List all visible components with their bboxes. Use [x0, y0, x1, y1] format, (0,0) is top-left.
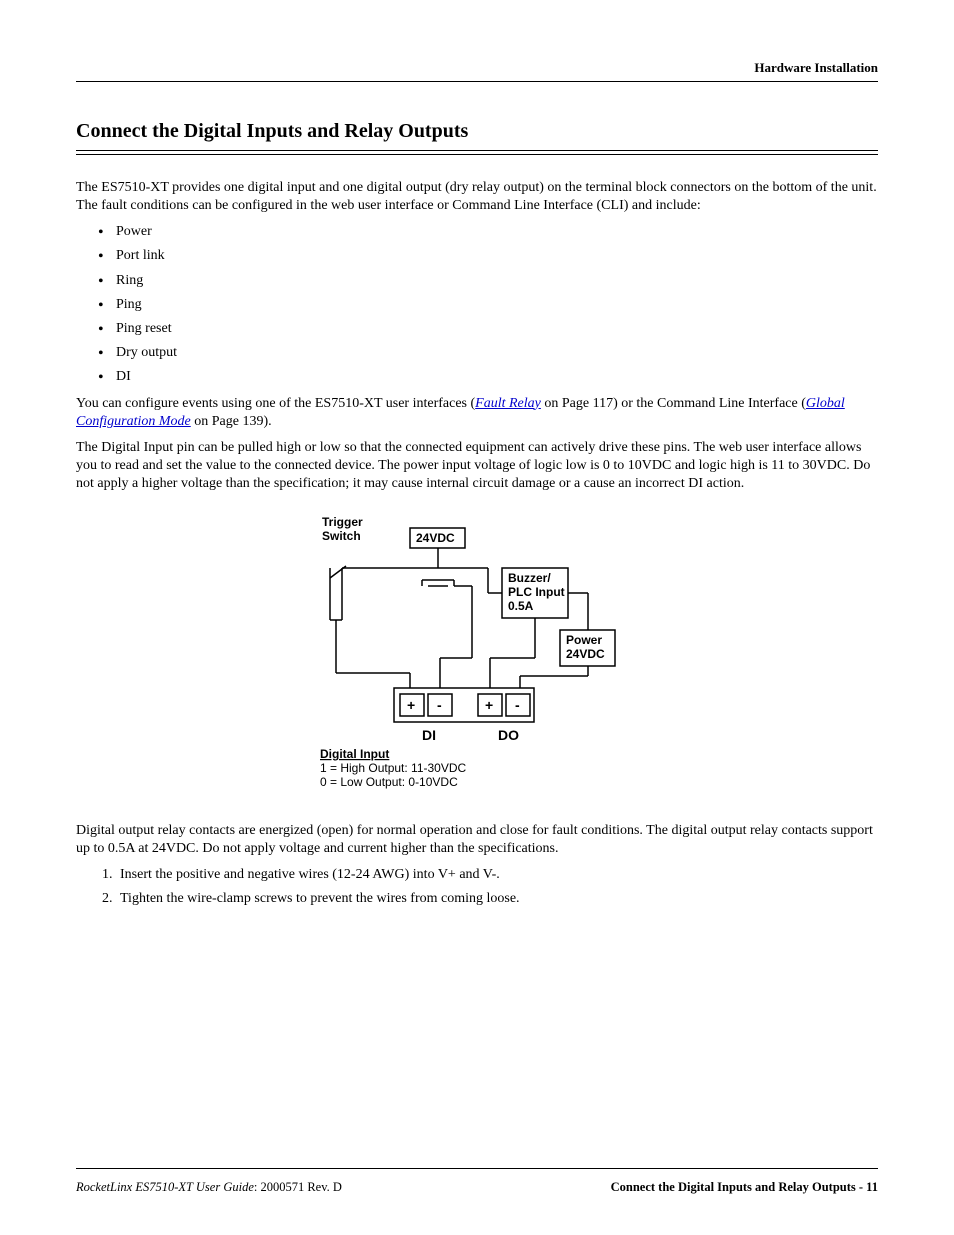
diagram-text: Digital Input [320, 747, 389, 761]
diagram-text: + [485, 697, 493, 713]
fault-condition-list: Power Port link Ring Ping Ping reset Dry… [76, 223, 878, 386]
text-span: on Page 117) or the Command Line Interfa… [541, 396, 806, 411]
list-item: Tighten the wire-clamp screws to prevent… [116, 890, 878, 908]
list-item: Dry output [116, 344, 878, 362]
section-title: Connect the Digital Inputs and Relay Out… [76, 118, 878, 144]
instruction-steps: Insert the positive and negative wires (… [76, 866, 878, 908]
list-item: DI [116, 368, 878, 386]
wiring-diagram: Trigger Switch 24VDC [76, 508, 878, 804]
config-paragraph: You can configure events using one of th… [76, 395, 878, 431]
footer-right: Connect the Digital Inputs and Relay Out… [611, 1179, 878, 1195]
diagram-text: 1 = High Output: 11-30VDC [320, 761, 467, 775]
diagram-text: 24VDC [416, 531, 455, 545]
section-rule [76, 150, 878, 155]
diagram-text: - [437, 697, 442, 713]
diagram-text: DI [422, 727, 436, 743]
list-item: Power [116, 223, 878, 241]
text-span: on Page 139). [191, 414, 272, 429]
footer-guide-title: RocketLinx ES7510-XT User Guide [76, 1180, 254, 1194]
diagram-text: 0.5A [508, 599, 534, 613]
diagram-text: + [407, 697, 415, 713]
list-item: Ring [116, 272, 878, 290]
intro-paragraph: The ES7510-XT provides one digital input… [76, 179, 878, 215]
diagram-text: 0 = Low Output: 0-10VDC [320, 775, 458, 789]
diagram-text: Buzzer/ [508, 571, 551, 585]
relay-paragraph: Digital output relay contacts are energi… [76, 822, 878, 858]
diagram-text: - [515, 697, 520, 713]
list-item: Port link [116, 247, 878, 265]
list-item: Insert the positive and negative wires (… [116, 866, 878, 884]
digital-input-paragraph: The Digital Input pin can be pulled high… [76, 439, 878, 494]
diagram-text: Power [566, 633, 602, 647]
text-span: You can configure events using one of th… [76, 396, 475, 411]
page-footer: RocketLinx ES7510-XT User Guide: 2000571… [76, 1168, 878, 1195]
footer-rev: : 2000571 Rev. D [254, 1180, 342, 1194]
diagram-text: 24VDC [566, 647, 605, 661]
page-header: Hardware Installation [76, 60, 878, 82]
diagram-text: DO [498, 727, 519, 743]
footer-left: RocketLinx ES7510-XT User Guide: 2000571… [76, 1179, 342, 1195]
diagram-text: Trigger [322, 515, 363, 529]
fault-relay-link[interactable]: Fault Relay [475, 396, 541, 411]
diagram-text: Switch [322, 529, 361, 543]
list-item: Ping [116, 296, 878, 314]
list-item: Ping reset [116, 320, 878, 338]
diagram-text: PLC Input [508, 585, 565, 599]
